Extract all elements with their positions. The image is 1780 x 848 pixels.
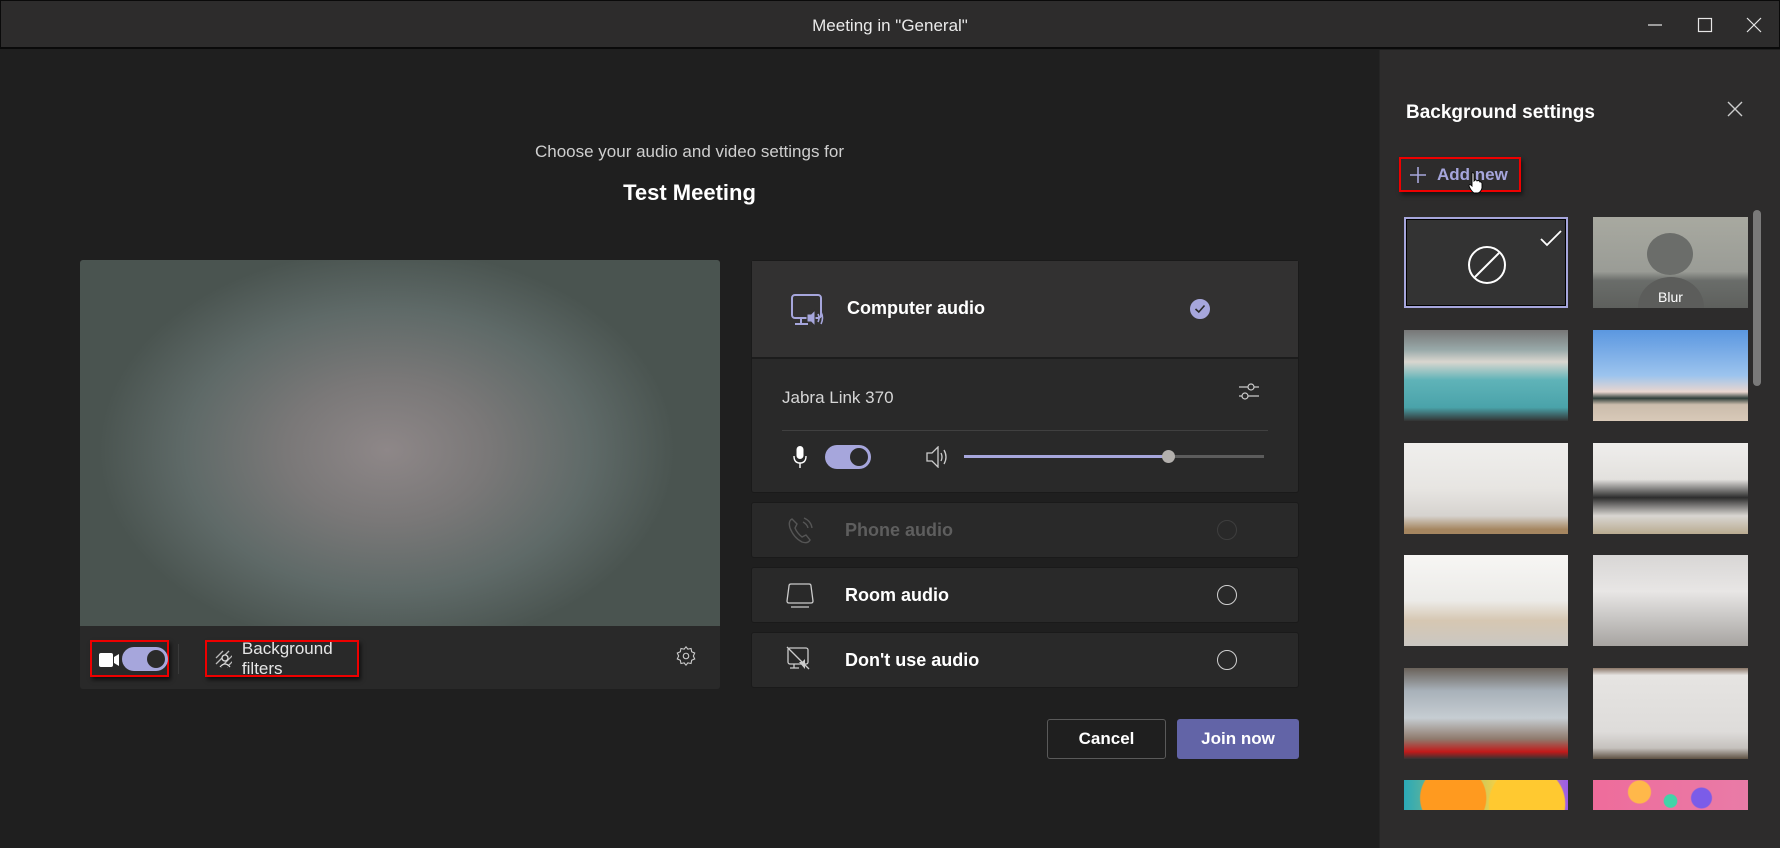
toggle-knob [850, 448, 868, 466]
no-audio-radio[interactable] [1217, 650, 1237, 670]
phone-icon [788, 517, 813, 544]
close-window-button[interactable] [1734, 9, 1774, 41]
hand-cursor-icon [1468, 172, 1483, 194]
background-filters-label: Background filters [241, 638, 333, 678]
video-toolbar: Background filters [80, 626, 720, 689]
meeting-title: Test Meeting [623, 180, 756, 205]
close-icon [1746, 17, 1762, 33]
device-settings-sliders-button[interactable] [1238, 382, 1260, 407]
room-audio-radio[interactable] [1217, 585, 1237, 605]
phone-audio-radio [1217, 520, 1237, 540]
audio-option-phone: Phone audio [751, 502, 1299, 558]
person-silhouette-head [1647, 233, 1693, 275]
device-settings-button[interactable] [675, 645, 697, 672]
camera-toggle-group [90, 640, 169, 677]
audio-device-name: Jabra Link 370 [782, 388, 894, 407]
minimize-button[interactable] [1635, 9, 1675, 41]
plus-icon [1410, 166, 1426, 183]
close-background-settings-button[interactable] [1726, 100, 1744, 123]
no-audio-icon [786, 646, 810, 670]
computer-audio-card: Computer audio Jabra Link 370 [751, 260, 1299, 493]
room-device-icon [786, 583, 814, 608]
room-audio-label: Room audio [845, 585, 949, 605]
add-new-background-button[interactable]: Add new [1399, 157, 1521, 192]
maximize-button[interactable] [1685, 9, 1725, 41]
sliders-icon [1239, 383, 1259, 400]
phone-audio-label: Phone audio [845, 520, 953, 540]
checkmark-icon [1194, 304, 1205, 313]
background-tile-none[interactable] [1404, 217, 1568, 308]
background-tile-white-room-mirror[interactable] [1593, 443, 1748, 534]
volume-slider-fill [964, 455, 1168, 458]
toggle-knob [147, 650, 165, 668]
background-tile-office-lockers[interactable] [1404, 330, 1568, 421]
minimize-icon [1648, 24, 1662, 26]
title-bar: Meeting in "General" [0, 0, 1780, 49]
background-tile-pink-bubbles[interactable] [1593, 780, 1748, 810]
audio-divider [782, 430, 1268, 431]
join-now-button[interactable]: Join now [1177, 719, 1299, 759]
no-background-icon [1468, 246, 1506, 284]
background-tile-blur[interactable]: Blur [1593, 217, 1748, 308]
video-preview-panel: Background filters [80, 260, 720, 689]
background-tile-city-view-lounge[interactable] [1404, 668, 1568, 759]
audio-option-computer[interactable]: Computer audio [752, 261, 1298, 359]
camera-toggle[interactable] [122, 647, 168, 671]
background-filters-button[interactable]: Background filters [205, 638, 359, 678]
window-title: Meeting in "General" [812, 16, 968, 35]
no-audio-label: Don't use audio [845, 650, 980, 670]
background-tile-white-loft-window[interactable] [1404, 443, 1568, 534]
camera-preview [80, 260, 720, 626]
microphone-icon [793, 446, 807, 468]
audio-option-room[interactable]: Room audio [751, 567, 1299, 623]
computer-audio-radio[interactable] [1190, 299, 1210, 319]
maximize-icon [1697, 17, 1713, 33]
camera-icon [99, 653, 119, 667]
background-effects-icon [215, 650, 232, 667]
prejoin-subtitle: Choose your audio and video settings for [534, 142, 845, 161]
volume-slider-thumb[interactable] [1162, 450, 1175, 463]
speaker-volume-slider[interactable] [964, 450, 1264, 463]
audio-option-none[interactable]: Don't use audio [751, 632, 1299, 688]
close-icon [1727, 101, 1743, 117]
selected-checkmark-icon [1540, 230, 1562, 247]
background-settings-panel: Background settings Add new Blur [1379, 50, 1780, 848]
microphone-toggle[interactable] [825, 445, 871, 469]
background-tile-orange-bubbles[interactable] [1404, 780, 1568, 810]
background-tile-bright-staircase-room[interactable] [1404, 555, 1568, 646]
background-tile-white-studio[interactable] [1593, 555, 1748, 646]
speaker-icon [926, 446, 947, 468]
background-tile-white-wall-office[interactable] [1593, 668, 1748, 759]
background-settings-title: Background settings [1406, 102, 1595, 123]
computer-audio-label: Computer audio [847, 298, 985, 318]
blur-label: Blur [1658, 289, 1683, 305]
computer-speaker-icon [791, 294, 824, 328]
gear-icon [676, 645, 696, 667]
toolbar-divider [178, 644, 179, 674]
background-list-scrollbar[interactable] [1753, 210, 1761, 386]
background-tile-beach-lifeguard-tower[interactable] [1593, 330, 1748, 421]
cancel-button[interactable]: Cancel [1047, 719, 1166, 759]
